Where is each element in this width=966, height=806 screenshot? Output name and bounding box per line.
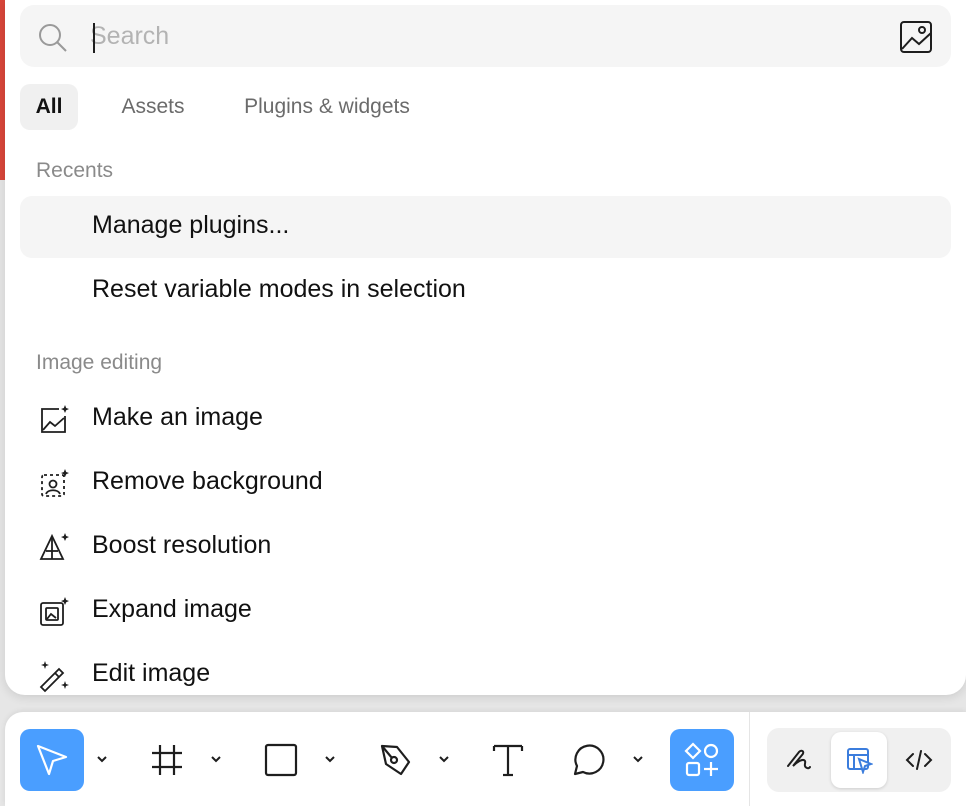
actions-icon [684,742,719,777]
list-item-label: Expand image [92,595,252,623]
list-item-expand-image[interactable]: Expand image [20,580,951,642]
image-editing-header: Image editing [36,351,163,374]
rectangle-icon [264,743,298,777]
list-item-make-an-image[interactable]: Make an image [20,388,951,450]
list-item-reset-variable-modes[interactable]: Reset variable modes in selection [20,260,951,322]
expand-image-icon [40,597,69,626]
tab-plugins-widgets[interactable]: Plugins & widgets [224,84,430,130]
toolbar-divider [749,712,750,806]
pen-tool-button[interactable] [363,729,427,791]
search-icon [39,24,67,52]
list-item-label: Reset variable modes in selection [92,275,466,303]
pen-icon [380,744,411,776]
list-item-manage-plugins[interactable]: Manage plugins... [20,196,951,258]
dev-mode-button[interactable] [891,732,947,788]
actions-tool-button[interactable] [670,729,734,791]
list-item-boost-resolution[interactable]: Boost resolution [20,516,951,578]
text-icon [492,744,524,777]
draw-mode-button[interactable] [771,732,827,788]
search-bar[interactable] [20,5,951,67]
list-item-label: Remove background [92,467,323,495]
code-icon [905,750,933,770]
search-input[interactable] [90,19,870,53]
move-tool-button[interactable] [20,729,84,791]
magic-wand-icon [39,661,69,693]
image-sparkle-icon [41,405,69,433]
chevron-down-icon[interactable] [321,750,339,768]
comment-icon [573,744,605,776]
draw-icon [787,749,811,770]
cursor-icon [36,744,68,776]
frame-icon [152,745,182,775]
list-item-remove-background[interactable]: Remove background [20,452,951,514]
mode-switcher [767,728,951,792]
chevron-down-icon[interactable] [93,750,111,768]
chevron-down-icon[interactable] [629,750,647,768]
list-item-edit-image[interactable]: Edit image [20,644,951,695]
image-search-icon[interactable] [898,19,934,55]
text-tool-button[interactable] [476,729,540,791]
remove-background-icon [41,469,69,497]
text-caret [93,23,95,53]
list-item-label: Edit image [92,659,211,687]
list-item-label: Boost resolution [92,531,272,559]
chevron-down-icon[interactable] [435,750,453,768]
rectangle-tool-button[interactable] [249,729,313,791]
comment-tool-button[interactable] [557,729,621,791]
actions-panel: All Assets Plugins & widgets Recents Man… [5,0,966,695]
recents-header: Recents [36,159,114,182]
design-mode-button[interactable] [831,732,887,788]
bottom-toolbar [5,712,966,806]
tab-assets[interactable]: Assets [98,84,208,130]
design-mode-icon [847,748,873,774]
list-item-label: Make an image [92,403,263,431]
tab-all[interactable]: All [20,84,78,130]
boost-resolution-icon [39,533,69,560]
list-item-label: Manage plugins... [92,211,290,239]
chevron-down-icon[interactable] [207,750,225,768]
frame-tool-button[interactable] [135,729,199,791]
